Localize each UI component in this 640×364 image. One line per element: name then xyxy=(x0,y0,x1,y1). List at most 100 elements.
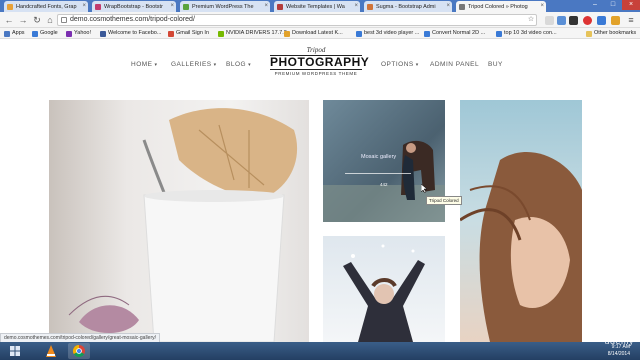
bookmark-label: Apps xyxy=(12,30,25,36)
gallery-photo-cup[interactable] xyxy=(49,100,309,342)
tab-website-templates[interactable]: Website Templates | Wa × xyxy=(274,1,360,12)
snow-girl-image xyxy=(343,244,425,342)
close-window-icon[interactable]: × xyxy=(622,0,640,10)
favicon-icon xyxy=(277,4,283,10)
address-bar[interactable]: demo.cosmothemes.com/tripod-colored/ xyxy=(57,14,537,26)
close-tab-icon[interactable]: × xyxy=(540,3,544,9)
udemy-watermark: udemy xyxy=(604,336,634,346)
download-icon xyxy=(284,30,290,37)
bookmark-download[interactable]: Download Latest K... xyxy=(284,29,343,38)
tab-wrapbootstrap[interactable]: WrapBootstrap - Bootstr × xyxy=(92,1,176,12)
bookmark-other[interactable]: Other bookmarks xyxy=(586,29,636,38)
bookmark-label: Gmail Sign In xyxy=(176,30,210,36)
menu-admin-panel[interactable]: ADMIN PANEL xyxy=(430,61,479,68)
gallery-photo-woman[interactable] xyxy=(460,100,582,342)
tab-label: Handcrafted Fonts, Grap xyxy=(16,4,77,10)
folder-icon xyxy=(586,30,592,37)
vlc-icon[interactable] xyxy=(40,343,62,359)
favicon-icon xyxy=(183,4,189,10)
google-icon xyxy=(32,30,38,37)
apps-icon xyxy=(4,30,10,37)
video-icon xyxy=(496,30,502,37)
bookmark-label: top 10 3d video con... xyxy=(504,30,557,36)
extension-icon[interactable] xyxy=(583,16,592,25)
menu-label: OPTIONS xyxy=(381,61,414,68)
bookmark-label: Download Latest K... xyxy=(292,30,343,36)
chrome-taskbar-icon[interactable] xyxy=(68,343,90,359)
tooltip: Tripod Colored xyxy=(426,196,462,205)
close-tab-icon[interactable]: × xyxy=(354,3,358,9)
video-icon xyxy=(424,30,430,37)
extension-icon[interactable] xyxy=(597,16,606,25)
bookmark-label: NVIDIA DRIVERS 17.7.2 xyxy=(226,30,287,36)
facebook-icon xyxy=(100,30,106,37)
page-icon xyxy=(61,17,67,23)
gallery-photo-snow[interactable] xyxy=(323,236,445,342)
mouse-cursor-icon xyxy=(421,184,427,193)
gallery-overlay-count: 442 xyxy=(380,182,388,187)
menu-label: GALLERIES xyxy=(171,61,212,68)
taskbar: 9:17 AM 8/14/2014 xyxy=(0,342,640,360)
tab-tripod-colored[interactable]: Tripod Colored » Photog × xyxy=(456,1,546,12)
extension-icon[interactable] xyxy=(557,16,566,25)
back-arrow-icon[interactable]: ← xyxy=(4,15,14,25)
extension-icon[interactable] xyxy=(569,16,578,25)
window-controls: – □ × xyxy=(586,0,640,10)
maximize-icon[interactable]: □ xyxy=(604,0,622,10)
bookmarks-bar: Apps Google Yahoo! Welcome to Facebo... … xyxy=(0,28,640,39)
bookmark-facebook[interactable]: Welcome to Facebo... xyxy=(100,29,161,38)
close-tab-icon[interactable]: × xyxy=(446,3,450,9)
caret-down-icon: ▾ xyxy=(213,62,217,68)
favicon-icon xyxy=(459,4,465,10)
bookmark-apps[interactable]: Apps xyxy=(4,29,25,38)
close-tab-icon[interactable]: × xyxy=(82,3,86,9)
tab-label: WrapBootstrap - Bootstr xyxy=(104,4,163,10)
bookmark-convert[interactable]: Convert Normal 2D ... xyxy=(424,29,485,38)
extension-icon[interactable] xyxy=(545,16,554,25)
browser-toolbar: ← → ↻ ⌂ demo.cosmothemes.com/tripod-colo… xyxy=(0,12,640,28)
nvidia-icon xyxy=(218,30,224,37)
menu-galleries[interactable]: GALLERIES ▾ xyxy=(171,61,217,68)
menu-home[interactable]: HOME ▾ xyxy=(131,61,158,68)
favicon-icon xyxy=(7,4,13,10)
site-logo[interactable]: Tripod PHOTOGRAPHY PREMIUM WORDPRESS THE… xyxy=(266,46,369,86)
tab-handcrafted-fonts[interactable]: Handcrafted Fonts, Grap × xyxy=(4,1,88,12)
extension-icon[interactable] xyxy=(611,16,620,25)
bookmark-yahoo[interactable]: Yahoo! xyxy=(66,29,91,38)
tab-bar: Handcrafted Fonts, Grap × WrapBootstrap -… xyxy=(0,0,640,12)
bookmark-gmail[interactable]: Gmail Sign In xyxy=(168,29,209,38)
bookmark-google[interactable]: Google xyxy=(32,29,58,38)
url-text: demo.cosmothemes.com/tripod-colored/ xyxy=(70,16,195,23)
reload-icon[interactable]: ↻ xyxy=(32,15,42,25)
logo-subtitle: PREMIUM WORDPRESS THEME xyxy=(274,71,358,76)
video-icon xyxy=(356,30,362,37)
overlay-divider xyxy=(345,173,411,174)
logo-small-text: Tripod xyxy=(306,46,326,54)
clock-date: 8/14/2014 xyxy=(607,351,630,357)
close-tab-icon[interactable]: × xyxy=(264,3,268,9)
menu-icon[interactable]: ≡ xyxy=(626,15,636,25)
start-icon[interactable] xyxy=(4,343,26,359)
tab-sugma[interactable]: Sugma - Bootstrap Admi × xyxy=(364,1,452,12)
bookmark-label: Welcome to Facebo... xyxy=(108,30,162,36)
tab-premium-wordpress[interactable]: Premium WordPress The × xyxy=(180,1,270,12)
close-tab-icon[interactable]: × xyxy=(170,3,174,9)
menu-buy[interactable]: BUY xyxy=(488,61,503,68)
bookmark-3d-player[interactable]: best 3d video player ... xyxy=(356,29,419,38)
bookmark-top10[interactable]: top 10 3d video con... xyxy=(496,29,557,38)
bookmark-nvidia[interactable]: NVIDIA DRIVERS 17.7.2 xyxy=(218,29,287,38)
bookmark-label: Yahoo! xyxy=(74,30,92,36)
system-clock[interactable]: 9:17 AM 8/14/2014 xyxy=(608,344,630,358)
menu-options[interactable]: OPTIONS ▾ xyxy=(381,61,419,68)
minimize-icon[interactable]: – xyxy=(586,0,604,10)
forward-arrow-icon[interactable]: → xyxy=(18,15,28,25)
menu-label: HOME xyxy=(131,61,153,68)
menu-blog[interactable]: BLOG ▾ xyxy=(226,61,251,68)
woman-hair-image xyxy=(460,151,582,342)
home-icon[interactable]: ⌂ xyxy=(45,15,55,25)
tab-label: Tripod Colored » Photog xyxy=(468,4,528,10)
yahoo-icon xyxy=(66,30,72,37)
star-icon[interactable]: ☆ xyxy=(526,15,536,25)
gmail-icon xyxy=(168,30,174,37)
tab-label: Website Templates | Wa xyxy=(286,4,345,10)
